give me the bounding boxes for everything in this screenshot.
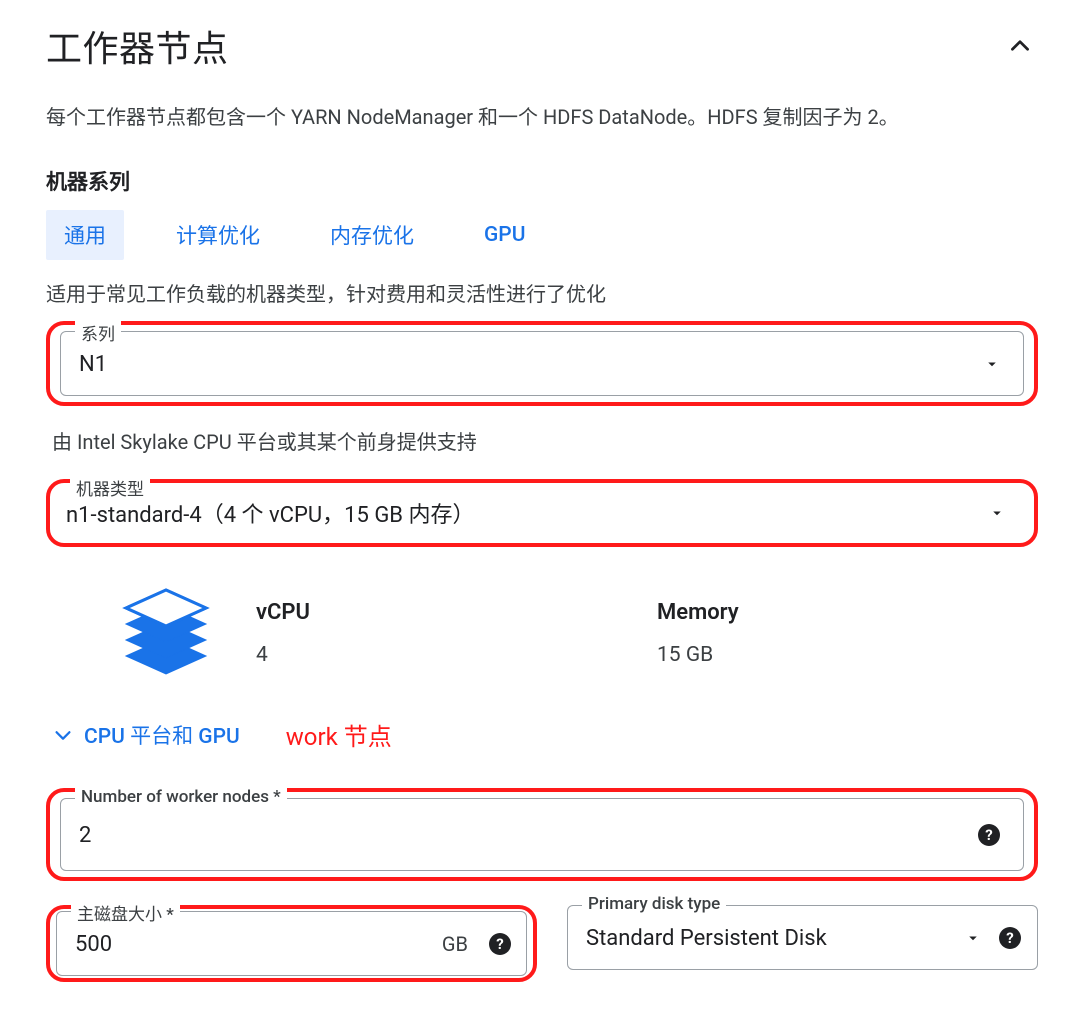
disk-size-highlight: 主磁盘大小 * 500 GB ? xyxy=(46,905,537,982)
disk-size-label: 主磁盘大小 * xyxy=(71,900,180,925)
worker-count-label: Number of worker nodes * xyxy=(75,787,287,807)
series-highlight: 系列 N1 xyxy=(46,321,1038,406)
machine-type-field-value: n1-standard-4（4 个 vCPU，15 GB 内存） xyxy=(66,503,474,528)
disk-size-input[interactable]: 主磁盘大小 * 500 GB ? xyxy=(56,911,527,976)
tab-compute-opt[interactable]: 计算优化 xyxy=(158,210,278,260)
disk-size-unit: GB xyxy=(442,932,468,956)
tab-memory-opt[interactable]: 内存优化 xyxy=(312,210,432,260)
disk-size-value: 500 xyxy=(75,932,112,957)
disk-type-label: Primary disk type xyxy=(582,894,726,914)
spec-vcpu: vCPU 4 xyxy=(256,600,637,667)
machine-specs: vCPU 4 Memory 15 GB xyxy=(96,573,1038,693)
disk-type-value: Standard Persistent Disk xyxy=(586,926,827,951)
cpu-gpu-expander[interactable]: CPU 平台和 GPU xyxy=(52,720,240,750)
spec-memory-value: 15 GB xyxy=(657,643,1038,667)
section-header: 工作器节点 xyxy=(46,20,1038,72)
spec-vcpu-value: 4 xyxy=(256,643,637,667)
tab-general[interactable]: 通用 xyxy=(46,210,124,260)
section-description: 每个工作器节点都包含一个 YARN NodeManager 和一个 HDFS D… xyxy=(46,102,1038,132)
series-note: 由 Intel Skylake CPU 平台或其某个前身提供支持 xyxy=(52,426,1038,455)
section-title: 工作器节点 xyxy=(46,20,229,72)
caret-down-icon xyxy=(983,355,1001,373)
caret-down-icon xyxy=(964,929,982,947)
chevron-up-icon[interactable] xyxy=(1002,28,1038,64)
worker-count-value: 2 xyxy=(79,823,91,848)
stack-icon xyxy=(96,573,236,693)
machine-series-helper: 适用于常见工作负载的机器类型，针对费用和灵活性进行了优化 xyxy=(46,278,1038,307)
svg-text:?: ? xyxy=(1006,929,1013,947)
worker-count-input[interactable]: Number of worker nodes * 2 ? xyxy=(60,798,1024,871)
worker-count-highlight: Number of worker nodes * 2 ? xyxy=(46,788,1038,881)
help-icon[interactable]: ? xyxy=(488,932,512,956)
series-field-label: 系列 xyxy=(75,320,121,345)
tab-gpu[interactable]: GPU xyxy=(466,213,543,257)
machine-type-select[interactable]: 机器类型 n1-standard-4（4 个 vCPU，15 GB 内存） xyxy=(56,485,1028,541)
cpu-gpu-expander-label: CPU 平台和 GPU xyxy=(84,720,240,750)
disk-type-wrap: Primary disk type Standard Persistent Di… xyxy=(567,905,1038,970)
cpu-gpu-row: CPU 平台和 GPU work 节点 xyxy=(52,717,1038,752)
annotation-work-node: work 节点 xyxy=(286,717,392,752)
machine-type-highlight: 机器类型 n1-standard-4（4 个 vCPU，15 GB 内存） xyxy=(46,479,1038,547)
spec-memory: Memory 15 GB xyxy=(657,600,1038,667)
machine-series-tabs: 通用 计算优化 内存优化 GPU xyxy=(46,210,1038,260)
series-select[interactable]: 系列 N1 xyxy=(60,331,1024,396)
help-icon[interactable]: ? xyxy=(977,823,1001,847)
machine-series-label: 机器系列 xyxy=(46,166,1038,196)
spec-vcpu-label: vCPU xyxy=(256,600,637,625)
disk-row: 主磁盘大小 * 500 GB ? Primary disk type Stand… xyxy=(46,905,1038,982)
caret-down-icon xyxy=(988,504,1006,522)
svg-text:?: ? xyxy=(985,826,992,844)
help-icon[interactable]: ? xyxy=(998,926,1022,950)
spec-memory-label: Memory xyxy=(657,600,1038,625)
series-field-value: N1 xyxy=(79,352,107,377)
machine-type-field-label: 机器类型 xyxy=(70,475,150,500)
svg-text:?: ? xyxy=(496,935,503,953)
